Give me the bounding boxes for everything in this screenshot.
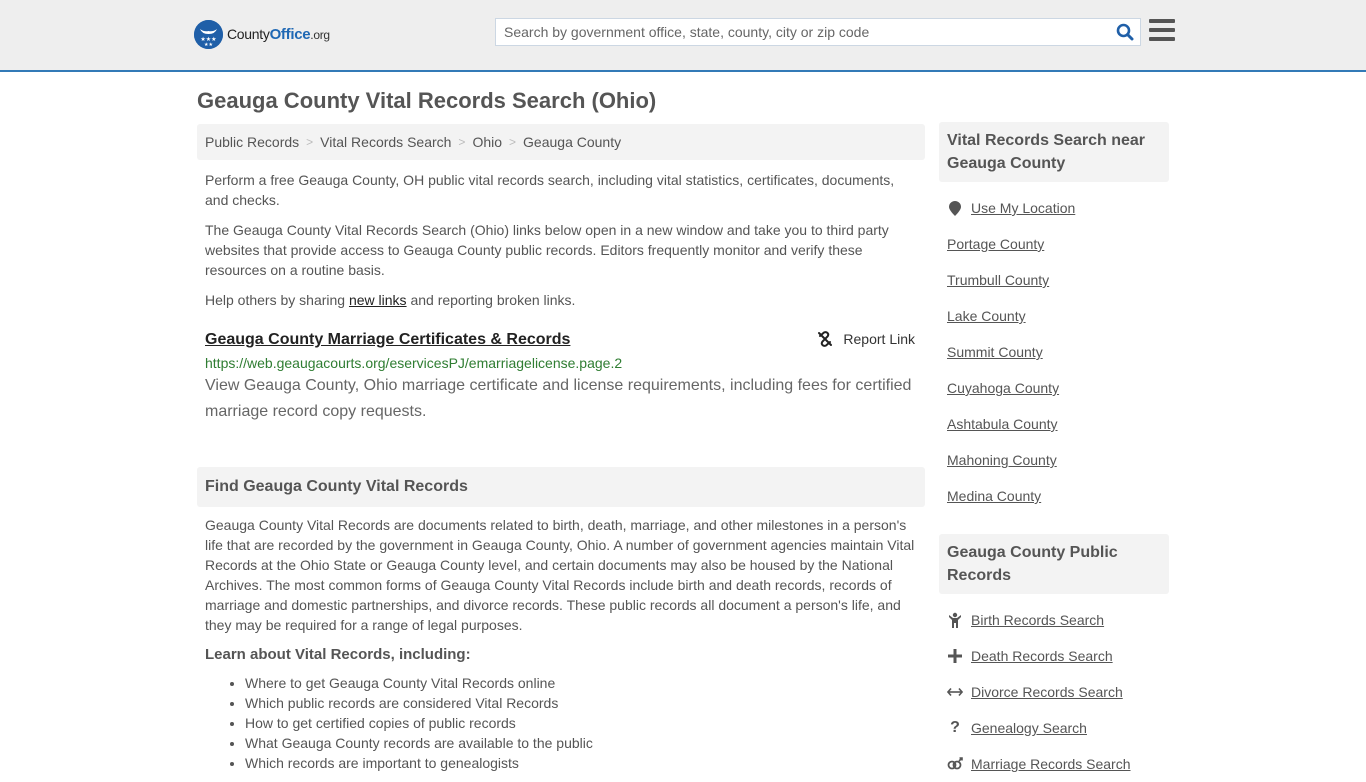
sidebar: Vital Records Search near Geauga County … bbox=[939, 122, 1169, 782]
page-title: Geauga County Vital Records Search (Ohio… bbox=[197, 88, 657, 113]
result-url: https://web.geaugacourts.org/eservicesPJ… bbox=[205, 355, 623, 371]
learn-list-item: What Geauga County records are available… bbox=[245, 733, 925, 753]
map-marker-icon bbox=[947, 200, 963, 216]
nearby-heading: Vital Records Search near Geauga County bbox=[939, 122, 1169, 182]
site-header: ★★★ ★★ CountyOffice.org bbox=[0, 0, 1366, 72]
breadcrumb-vital-records-search[interactable]: Vital Records Search bbox=[320, 134, 451, 150]
share-text: Help others by sharing bbox=[205, 292, 349, 308]
disclaimer-paragraph: The Geauga County Vital Records Search (… bbox=[205, 222, 889, 278]
site-search bbox=[495, 18, 1141, 46]
public-records-heading: Geauga County Public Records bbox=[939, 534, 1169, 594]
birth-records-link[interactable]: Birth Records Search bbox=[971, 612, 1104, 628]
search-input[interactable] bbox=[496, 19, 1110, 45]
breadcrumb: Public Records > Vital Records Search > … bbox=[197, 124, 925, 160]
logo-text: CountyOffice.org bbox=[227, 26, 330, 43]
learn-list-item: How to get certified copies of public re… bbox=[245, 713, 925, 733]
logo-county: County bbox=[227, 26, 270, 42]
new-links-link[interactable]: new links bbox=[349, 292, 407, 308]
nearby-county-link[interactable]: Portage County bbox=[947, 236, 1044, 252]
nearby-county-item: Lake County bbox=[947, 298, 1161, 334]
share-text-end: and reporting broken links. bbox=[406, 292, 576, 308]
menu-bar bbox=[1149, 28, 1175, 32]
divorce-records-link[interactable]: Divorce Records Search bbox=[971, 684, 1123, 700]
death-records-link[interactable]: Death Records Search bbox=[971, 648, 1113, 664]
use-location-item: Use My Location bbox=[947, 190, 1161, 226]
breadcrumb-separator: > bbox=[458, 135, 466, 149]
find-records-body: Geauga County Vital Records are document… bbox=[205, 517, 915, 633]
learn-list-item: Where to get Geauga County Vital Records… bbox=[245, 673, 925, 693]
breadcrumb-public-records[interactable]: Public Records bbox=[205, 134, 299, 150]
search-button[interactable] bbox=[1110, 19, 1140, 45]
nearby-county-link[interactable]: Mahoning County bbox=[947, 452, 1057, 468]
broken-link-icon bbox=[818, 331, 833, 347]
cross-icon bbox=[947, 649, 963, 663]
main-content: Public Records > Vital Records Search > … bbox=[197, 124, 925, 773]
intro-paragraph: Perform a free Geauga County, OH public … bbox=[205, 172, 895, 208]
breadcrumb-geauga-county[interactable]: Geauga County bbox=[523, 134, 621, 150]
nearby-county-link[interactable]: Medina County bbox=[947, 488, 1041, 504]
nearby-list: Use My Location Portage County Trumbull … bbox=[939, 190, 1169, 514]
learn-list-item: Which records are important to genealogi… bbox=[245, 753, 925, 773]
logo-tld: .org bbox=[310, 28, 330, 42]
breadcrumb-separator: > bbox=[306, 135, 314, 149]
result-description: View Geauga County, Ohio marriage certif… bbox=[205, 377, 912, 420]
question-icon: ? bbox=[950, 719, 960, 736]
learn-list: Where to get Geauga County Vital Records… bbox=[197, 673, 925, 773]
menu-bar bbox=[1149, 19, 1175, 23]
genealogy-search-link[interactable]: Genealogy Search bbox=[971, 720, 1087, 736]
site-logo[interactable]: ★★★ ★★ CountyOffice.org bbox=[194, 20, 330, 49]
nearby-county-item: Mahoning County bbox=[947, 442, 1161, 478]
arrows-horizontal-icon bbox=[947, 687, 963, 697]
baby-icon bbox=[947, 612, 963, 628]
result-title-link[interactable]: Geauga County Marriage Certificates & Re… bbox=[205, 330, 570, 350]
nearby-county-item: Medina County bbox=[947, 478, 1161, 514]
menu-bar bbox=[1149, 37, 1175, 41]
public-records-list: Birth Records Search Death Records Searc… bbox=[939, 602, 1169, 782]
nearby-county-item: Trumbull County bbox=[947, 262, 1161, 298]
nearby-county-item: Ashtabula County bbox=[947, 406, 1161, 442]
public-record-item: ? Genealogy Search bbox=[947, 710, 1161, 746]
hamburger-menu-button[interactable] bbox=[1149, 19, 1175, 41]
nearby-county-link[interactable]: Lake County bbox=[947, 308, 1026, 324]
report-link-label: Report Link bbox=[843, 331, 915, 347]
use-my-location-link[interactable]: Use My Location bbox=[971, 200, 1075, 216]
nearby-county-link[interactable]: Cuyahoga County bbox=[947, 380, 1059, 396]
eagle-logo-icon: ★★★ ★★ bbox=[194, 20, 223, 49]
logo-office: Office bbox=[269, 26, 311, 43]
breadcrumb-ohio[interactable]: Ohio bbox=[472, 134, 502, 150]
nearby-county-item: Cuyahoga County bbox=[947, 370, 1161, 406]
breadcrumb-separator: > bbox=[509, 135, 517, 149]
nearby-county-item: Summit County bbox=[947, 334, 1161, 370]
svg-text:★★: ★★ bbox=[204, 42, 213, 48]
learn-heading: Learn about Vital Records, including: bbox=[205, 646, 471, 663]
marriage-records-link[interactable]: Marriage Records Search bbox=[971, 756, 1131, 772]
search-icon bbox=[1116, 23, 1134, 41]
nearby-county-link[interactable]: Trumbull County bbox=[947, 272, 1049, 288]
public-record-item: Death Records Search bbox=[947, 638, 1161, 674]
public-record-item: Divorce Records Search bbox=[947, 674, 1161, 710]
share-links-paragraph: Help others by sharing new links and rep… bbox=[197, 290, 925, 310]
nearby-county-link[interactable]: Ashtabula County bbox=[947, 416, 1058, 432]
gender-icon bbox=[947, 757, 963, 771]
report-link-button[interactable]: Report Link bbox=[817, 331, 915, 347]
public-record-item: Birth Records Search bbox=[947, 602, 1161, 638]
public-record-item: Marriage Records Search bbox=[947, 746, 1161, 782]
nearby-county-link[interactable]: Summit County bbox=[947, 344, 1043, 360]
nearby-county-item: Portage County bbox=[947, 226, 1161, 262]
result-item: Geauga County Marriage Certificates & Re… bbox=[197, 330, 925, 425]
find-records-heading: Find Geauga County Vital Records bbox=[197, 467, 925, 507]
learn-list-item: Which public records are considered Vita… bbox=[245, 693, 925, 713]
